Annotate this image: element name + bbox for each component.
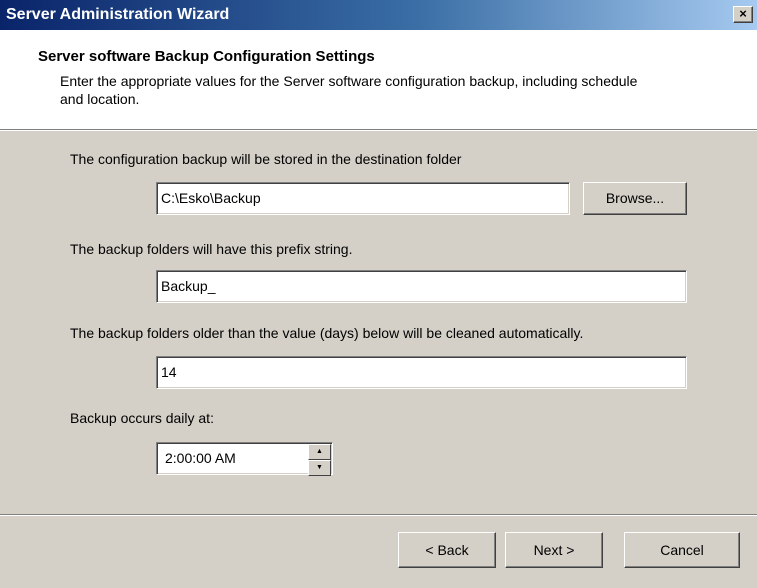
- footer-divider: [0, 514, 757, 516]
- destination-label: The configuration backup will be stored …: [70, 151, 462, 167]
- backup-time-input[interactable]: 2:00:00 AM: [156, 442, 333, 475]
- page-title: Server software Backup Configuration Set…: [38, 48, 375, 65]
- window-title: Server Administration Wizard: [6, 6, 230, 23]
- browse-button[interactable]: Browse...: [583, 182, 687, 215]
- cancel-button[interactable]: Cancel: [624, 532, 740, 568]
- spin-up-icon[interactable]: ▲: [308, 444, 331, 460]
- time-label: Backup occurs daily at:: [70, 410, 214, 426]
- wizard-window: Server Administration Wizard × Server so…: [0, 0, 757, 588]
- header-divider: [0, 129, 757, 131]
- prefix-input[interactable]: Backup_: [156, 270, 687, 303]
- prefix-label: The backup folders will have this prefix…: [70, 241, 353, 257]
- cleanup-days-input[interactable]: 14: [156, 356, 687, 389]
- cleanup-label: The backup folders older than the value …: [70, 325, 584, 341]
- wizard-header: Server software Backup Configuration Set…: [0, 30, 757, 129]
- page-description: Enter the appropriate values for the Ser…: [60, 73, 638, 107]
- spin-down-icon[interactable]: ▼: [308, 460, 331, 476]
- next-button[interactable]: Next >: [505, 532, 603, 568]
- destination-folder-input[interactable]: C:\Esko\Backup: [156, 182, 570, 215]
- title-bar[interactable]: Server Administration Wizard ×: [0, 0, 757, 30]
- close-icon[interactable]: ×: [733, 6, 753, 23]
- back-button[interactable]: < Back: [398, 532, 496, 568]
